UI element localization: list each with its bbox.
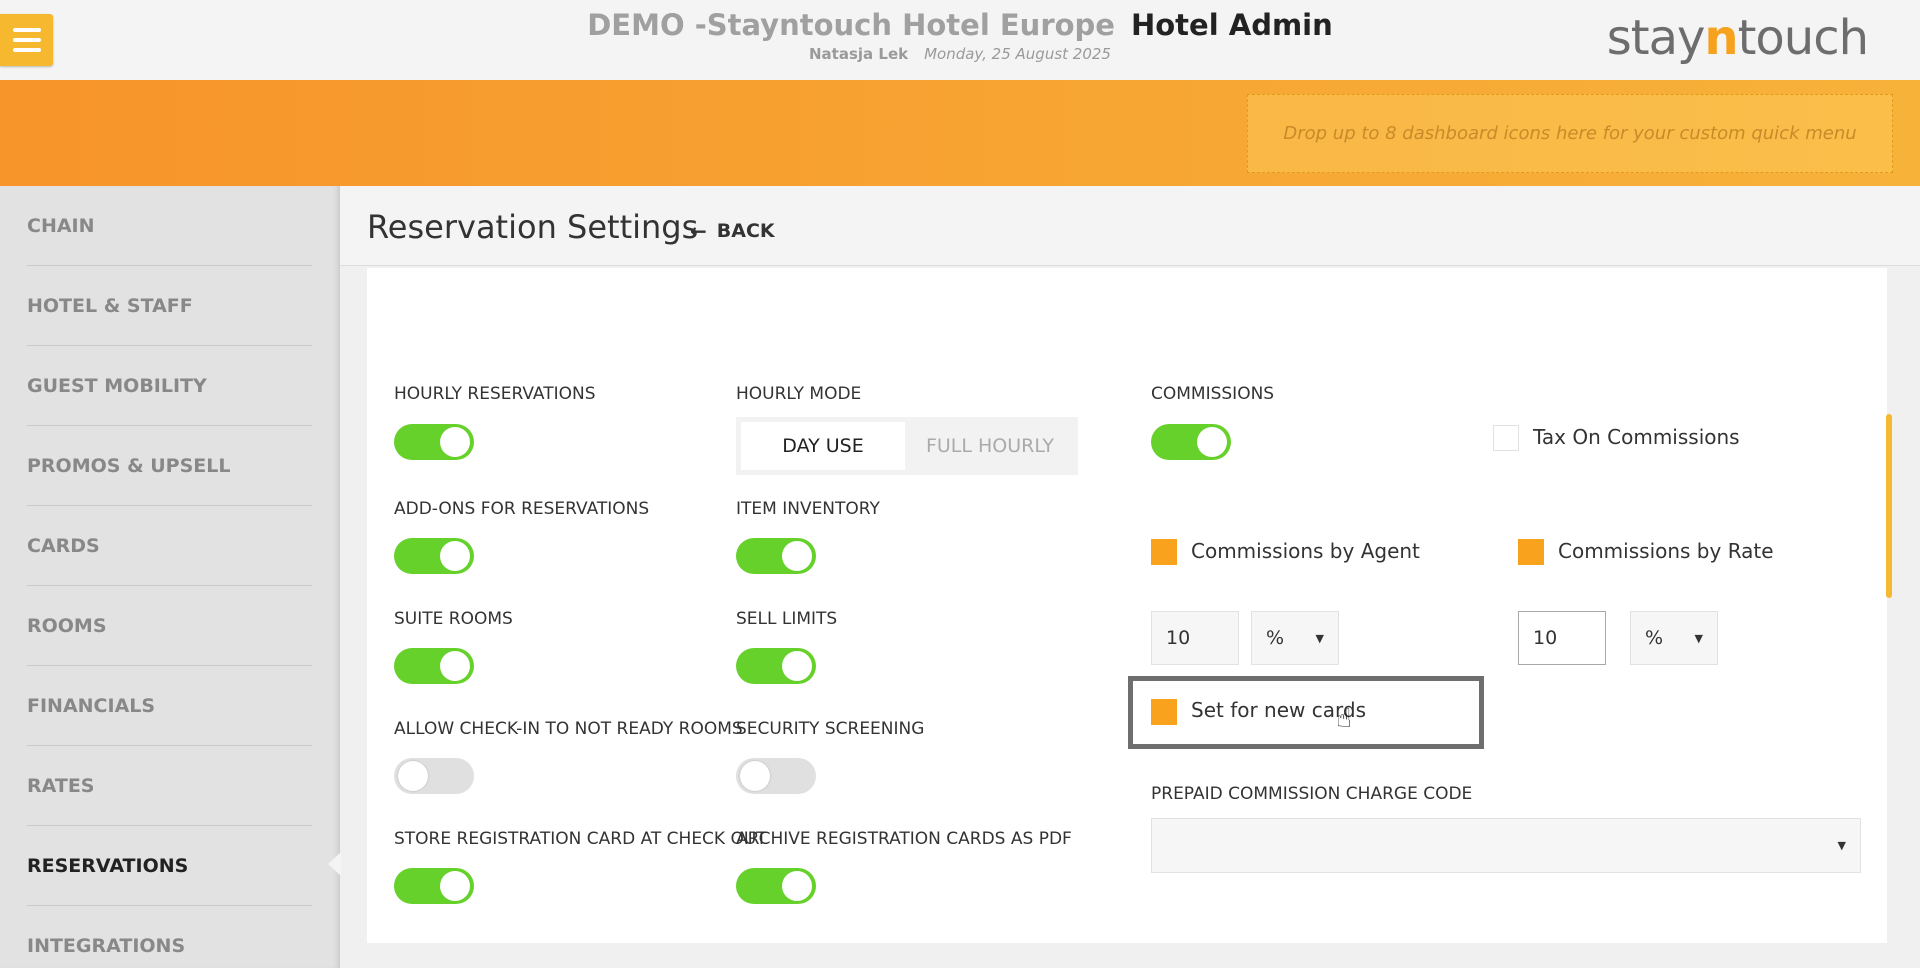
sidebar-item-promos-upsell[interactable]: PROMOS & UPSELL [27,426,312,506]
back-arrow-icon: ← [690,219,707,243]
addons-toggle[interactable] [394,538,474,574]
commissions-by-agent-checkbox[interactable] [1151,539,1177,565]
sell-limits-label: SELL LIMITS [736,609,838,629]
active-item-pointer [328,852,341,876]
suite-rooms-toggle[interactable] [394,648,474,684]
sidebar-item-integrations[interactable]: INTEGRATIONS [27,906,312,968]
hourly-mode-label: HOURLY MODE [736,384,862,404]
agent-commission-unit-select[interactable]: % ▼ [1251,611,1339,665]
user-name: Natasja Lek [809,45,909,63]
property-name: DEMO -Stayntouch Hotel Europe [587,8,1115,42]
dropzone-text: Drop up to 8 dashboard icons here for yo… [1283,123,1857,144]
prepaid-charge-code-label: PREPAID COMMISSION CHARGE CODE [1151,784,1473,804]
sidebar-item-cards[interactable]: CARDS [27,506,312,586]
store-reg-card-label: STORE REGISTRATION CARD AT CHECK OUT [394,829,767,849]
hourly-reservations-toggle[interactable] [394,424,474,460]
commissions-label: COMMISSIONS [1151,384,1275,404]
sidebar-item-guest-mobility[interactable]: GUEST MOBILITY [27,346,312,426]
set-for-new-cards-checkbox[interactable] [1151,699,1177,725]
caret-down-icon: ▼ [1837,839,1846,852]
top-header: DEMO -Stayntouch Hotel Europe Hotel Admin… [0,0,1920,80]
app-name: Hotel Admin [1130,8,1333,42]
sidebar-item-rooms[interactable]: ROOMS [27,586,312,666]
hourly-mode-day-use[interactable]: DAY USE [741,422,905,470]
panel-scrollbar[interactable] [1886,414,1892,598]
tax-on-commissions-checkbox[interactable] [1493,425,1519,451]
sidebar-item-reservations[interactable]: RESERVATIONS [27,826,312,906]
sidebar-item-financials[interactable]: FINANCIALS [27,666,312,746]
sell-limits-toggle[interactable] [736,648,816,684]
stayntouch-logo: stayntouch [1606,10,1869,66]
commissions-toggle[interactable] [1151,424,1231,460]
suite-rooms-label: SUITE ROOMS [394,609,513,629]
back-button[interactable]: ← BACK [690,219,775,243]
quick-menu-dropzone[interactable]: Drop up to 8 dashboard icons here for yo… [1247,94,1893,173]
agent-commission-value-input[interactable] [1151,611,1239,665]
rate-commission-unit-select[interactable]: % ▼ [1630,611,1718,665]
allow-checkin-toggle[interactable] [394,758,474,794]
sidebar-item-chain[interactable]: CHAIN [27,186,312,266]
allow-checkin-label: ALLOW CHECK-IN TO NOT READY ROOMS [394,719,743,739]
hand-cursor-icon: ☝ [1336,704,1352,734]
prepaid-charge-code-select[interactable]: ▼ [1151,818,1861,873]
hourly-reservations-label: HOURLY RESERVATIONS [394,384,596,404]
commissions-by-rate-label: Commissions by Rate [1558,539,1774,563]
hourly-mode-full-hourly[interactable]: FULL HOURLY [907,422,1073,470]
archive-reg-cards-label: ARCHIVE REGISTRATION CARDS AS PDF [736,829,1072,849]
sidebar-item-hotel-staff[interactable]: HOTEL & STAFF [27,266,312,346]
content-header: Reservation Settings [340,186,1920,266]
item-inventory-label: ITEM INVENTORY [736,499,880,519]
sidebar-item-rates[interactable]: RATES [27,746,312,826]
item-inventory-toggle[interactable] [736,538,816,574]
commissions-by-agent-label: Commissions by Agent [1191,539,1420,563]
security-screening-toggle[interactable] [736,758,816,794]
current-date: Monday, 25 August 2025 [924,45,1111,63]
caret-down-icon: ▼ [1694,631,1703,645]
store-reg-card-toggle[interactable] [394,868,474,904]
addons-label: ADD-ONS FOR RESERVATIONS [394,499,650,519]
hourly-mode-segmented-control: DAY USE FULL HOURLY [736,417,1078,475]
archive-reg-cards-toggle[interactable] [736,868,816,904]
tax-on-commissions-label: Tax On Commissions [1533,425,1740,449]
security-screening-label: SECURITY SCREENING [736,719,925,739]
rate-commission-value-input[interactable] [1518,611,1606,665]
page-title: Reservation Settings [367,208,699,246]
caret-down-icon: ▼ [1315,631,1324,645]
commissions-by-rate-checkbox[interactable] [1518,539,1544,565]
sidebar: CHAIN HOTEL & STAFF GUEST MOBILITY PROMO… [0,186,340,968]
